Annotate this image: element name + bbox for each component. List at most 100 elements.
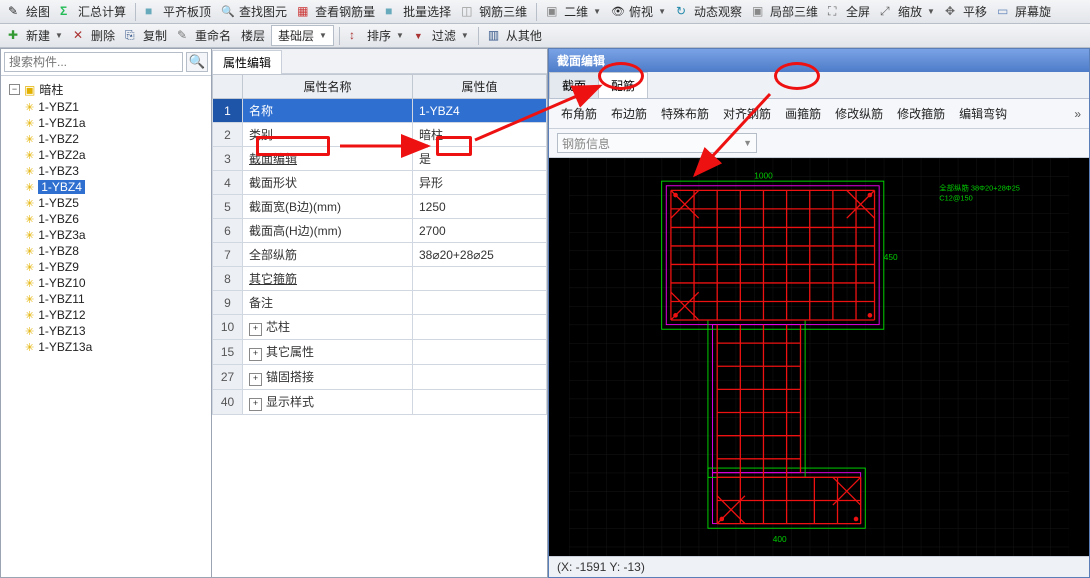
tab-property-edit[interactable]: 属性编辑	[212, 50, 282, 74]
bar3d-button[interactable]: 钢筋三维	[457, 3, 531, 20]
new-button[interactable]: 新建▼	[4, 27, 67, 44]
property-row[interactable]: 9备注	[213, 291, 547, 315]
property-value[interactable]: 暗柱	[413, 123, 547, 147]
tree-item[interactable]: ✳ 1-YBZ3	[3, 163, 209, 179]
rename-button[interactable]: 重命名	[173, 27, 235, 44]
tree-item[interactable]: ✳ 1-YBZ8	[3, 243, 209, 259]
screenrot-button[interactable]: 屏幕旋	[993, 3, 1055, 20]
tree-item[interactable]: ✳ 1-YBZ4	[3, 179, 209, 195]
tree-item[interactable]: ✳ 1-YBZ1	[3, 99, 209, 115]
findelm-button[interactable]: 查找图元	[217, 3, 291, 20]
topview-button[interactable]: 俯视▼	[607, 3, 670, 20]
bullet-icon: ✳	[25, 261, 34, 274]
align-rebar-button[interactable]: 对齐钢筋	[719, 103, 775, 124]
tree-item[interactable]: ✳ 1-YBZ12	[3, 307, 209, 323]
collapse-icon[interactable]: −	[9, 84, 20, 95]
zoom-icon	[880, 4, 895, 19]
import-icon	[488, 28, 503, 43]
tree-item[interactable]: ✳ 1-YBZ13a	[3, 339, 209, 355]
scale-button[interactable]: 缩放▼	[876, 3, 939, 20]
floor-select[interactable]: 基础层▼	[271, 25, 334, 46]
special-rebar-button[interactable]: 特殊布筋	[657, 103, 713, 124]
search-input[interactable]	[4, 52, 183, 72]
property-value[interactable]: 1250	[413, 195, 547, 219]
tree-item[interactable]: ✳ 1-YBZ10	[3, 275, 209, 291]
sumcalc-button[interactable]: 汇总计算	[56, 3, 130, 20]
tree-item[interactable]: ✳ 1-YBZ1a	[3, 115, 209, 131]
search-button[interactable]: 🔍	[186, 52, 208, 72]
sort-button[interactable]: 排序▼	[345, 27, 408, 44]
tab-rebar[interactable]: 配筋	[598, 72, 648, 98]
tree-body[interactable]: − ▣ 暗柱✳ 1-YBZ1✳ 1-YBZ1a✳ 1-YBZ2✳ 1-YBZ2a…	[1, 76, 211, 577]
tree-item[interactable]: ✳ 1-YBZ3a	[3, 227, 209, 243]
fromother-button[interactable]: 从其他	[484, 27, 546, 44]
delete-button[interactable]: 删除	[69, 27, 119, 44]
copy-button[interactable]: 复制	[121, 27, 171, 44]
tree-item-label: 1-YBZ5	[38, 196, 79, 210]
rebar-info-combo[interactable]: 钢筋信息 ▼	[557, 133, 757, 153]
local3d-button[interactable]: 局部三维	[748, 3, 822, 20]
tree-panel: 🔍 − ▣ 暗柱✳ 1-YBZ1✳ 1-YBZ1a✳ 1-YBZ2✳ 1-YBZ…	[0, 48, 212, 578]
pan-button[interactable]: 平移	[941, 3, 991, 20]
tree-item[interactable]: ✳ 1-YBZ9	[3, 259, 209, 275]
tree-item-label: 1-YBZ13a	[38, 340, 92, 354]
tree-root[interactable]: − ▣ 暗柱	[3, 80, 209, 99]
property-value[interactable]: 是	[413, 147, 547, 171]
property-row[interactable]: 10芯柱	[213, 315, 547, 340]
property-value[interactable]: 38⌀20+28⌀25	[413, 243, 547, 267]
property-row[interactable]: 6截面高(H边)(mm)2700	[213, 219, 547, 243]
property-value[interactable]	[413, 390, 547, 415]
chevron-down-icon: ▼	[55, 31, 63, 40]
property-value[interactable]	[413, 315, 547, 340]
property-row[interactable]: 7全部纵筋38⌀20+28⌀25	[213, 243, 547, 267]
property-row[interactable]: 2类别暗柱	[213, 123, 547, 147]
row-index: 5	[213, 195, 243, 219]
property-value[interactable]	[413, 365, 547, 390]
tree-item[interactable]: ✳ 1-YBZ5	[3, 195, 209, 211]
sort-icon	[349, 28, 364, 43]
property-row[interactable]: 1名称1-YBZ4	[213, 99, 547, 123]
filter-button[interactable]: 过滤▼	[410, 27, 473, 44]
more-button[interactable]: »	[1074, 107, 1081, 121]
col-index	[213, 75, 243, 99]
separator	[339, 27, 340, 45]
draw-hoop-button[interactable]: 画箍筋	[781, 103, 825, 124]
property-value[interactable]: 1-YBZ4	[413, 99, 547, 123]
batchsel-button[interactable]: 批量选择	[381, 3, 455, 20]
property-row[interactable]: 40显示样式	[213, 390, 547, 415]
view2d-button[interactable]: 二维▼	[542, 3, 605, 20]
sigma-icon	[60, 4, 75, 19]
flatcheck-button[interactable]: 平齐板顶	[141, 3, 215, 20]
row-index: 1	[213, 99, 243, 123]
property-row[interactable]: 8其它箍筋	[213, 267, 547, 291]
property-name: 芯柱	[243, 315, 413, 340]
tree-item[interactable]: ✳ 1-YBZ13	[3, 323, 209, 339]
tree-item[interactable]: ✳ 1-YBZ2a	[3, 147, 209, 163]
property-row[interactable]: 4截面形状异形	[213, 171, 547, 195]
property-name: 截面宽(B边)(mm)	[243, 195, 413, 219]
fullscreen-button[interactable]: 全屏	[824, 3, 874, 20]
modify-vertical-button[interactable]: 修改纵筋	[831, 103, 887, 124]
tree-item[interactable]: ✳ 1-YBZ2	[3, 131, 209, 147]
bullet-icon: ✳	[25, 197, 34, 210]
property-value[interactable]: 异形	[413, 171, 547, 195]
tree-item[interactable]: ✳ 1-YBZ11	[3, 291, 209, 307]
modify-hoop-button[interactable]: 修改箍筋	[893, 103, 949, 124]
property-row[interactable]: 5截面宽(B边)(mm)1250	[213, 195, 547, 219]
dynview-button[interactable]: 动态观察	[672, 3, 746, 20]
property-row[interactable]: 15其它属性	[213, 340, 547, 365]
section-canvas[interactable]: 1000 450 400 全部纵筋 38Φ20+28Φ25 C12@150	[549, 158, 1089, 556]
corner-rebar-button[interactable]: 布角筋	[557, 103, 601, 124]
tab-section[interactable]: 截面	[549, 72, 599, 98]
edge-rebar-button[interactable]: 布边筋	[607, 103, 651, 124]
property-value[interactable]	[413, 267, 547, 291]
property-row[interactable]: 3截面编辑是	[213, 147, 547, 171]
property-value[interactable]	[413, 340, 547, 365]
property-value[interactable]	[413, 291, 547, 315]
tree-item[interactable]: ✳ 1-YBZ6	[3, 211, 209, 227]
viewbar-button[interactable]: 查看钢筋量	[293, 3, 379, 20]
property-row[interactable]: 27锚固搭接	[213, 365, 547, 390]
draw-button[interactable]: ✎绘图	[4, 3, 54, 20]
edit-hook-button[interactable]: 编辑弯钩	[955, 103, 1011, 124]
property-value[interactable]: 2700	[413, 219, 547, 243]
